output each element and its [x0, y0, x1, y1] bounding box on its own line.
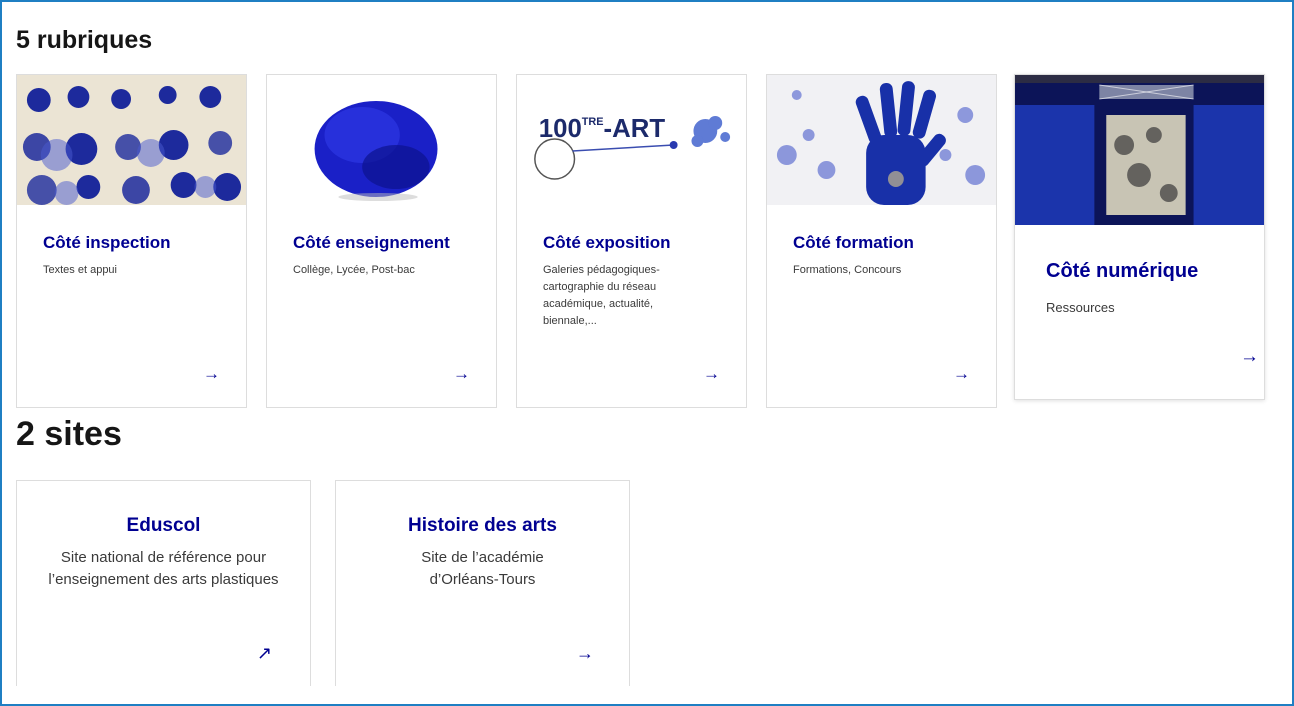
card-title: Côté exposition	[543, 233, 671, 252]
rubrique-card-exposition[interactable]: 100TRE-ART Côté exposition Galeries péda…	[516, 74, 747, 408]
arrow-right-icon[interactable]: →	[953, 365, 970, 382]
card-description: Ressources	[1046, 300, 1115, 315]
rubrique-card-formation[interactable]: Côté formation Formations, Concours →	[766, 74, 997, 408]
formation-image	[767, 75, 996, 205]
site-card-eduscol[interactable]: Eduscol Site national de référence pour …	[16, 480, 311, 686]
rubrique-card-inspection[interactable]: Côté inspection Textes et appui →	[16, 74, 247, 408]
arrow-right-icon[interactable]: →	[1240, 347, 1259, 366]
arrow-right-icon[interactable]: →	[576, 643, 594, 664]
rubriques-heading: 5 rubriques	[16, 26, 153, 54]
rubrique-card-enseignement[interactable]: Côté enseignement Collège, Lycée, Post-b…	[266, 74, 497, 408]
site-description: Site national de référence pour l’enseig…	[48, 549, 279, 588]
site-card-histoire-des-arts[interactable]: Histoire des arts Site de l’académie d’O…	[335, 480, 630, 686]
card-description: Galeries pédagogiques-cartographie du ré…	[543, 264, 660, 327]
card-description: Collège, Lycée, Post-bac	[293, 264, 415, 276]
exposition-logo-text: 100TRE-ART	[539, 115, 665, 143]
numerique-image	[1015, 75, 1264, 225]
site-title: Histoire des arts	[408, 515, 557, 536]
sites-heading: 2 sites	[16, 415, 122, 453]
exposition-logo: 100TRE-ART	[517, 75, 746, 205]
site-title: Eduscol	[126, 515, 201, 536]
site-description: Site de l’académie d’Orléans-Tours	[421, 549, 544, 588]
external-link-icon[interactable]: ↗	[257, 643, 272, 664]
card-title: Côté enseignement	[293, 233, 450, 252]
inspection-image	[17, 75, 246, 205]
enseignement-image	[267, 75, 496, 205]
card-title: Côté formation	[793, 233, 914, 252]
card-description: Formations, Concours	[793, 264, 902, 276]
arrow-right-icon[interactable]: →	[453, 365, 470, 382]
arrow-right-icon[interactable]: →	[203, 365, 220, 382]
arrow-right-icon[interactable]: →	[703, 365, 720, 382]
card-title: Côté inspection	[43, 233, 171, 252]
rubrique-card-numerique[interactable]: Côté numérique Ressources →	[1014, 74, 1265, 400]
card-description: Textes et appui	[43, 264, 117, 276]
card-title: Côté numérique	[1046, 260, 1199, 282]
